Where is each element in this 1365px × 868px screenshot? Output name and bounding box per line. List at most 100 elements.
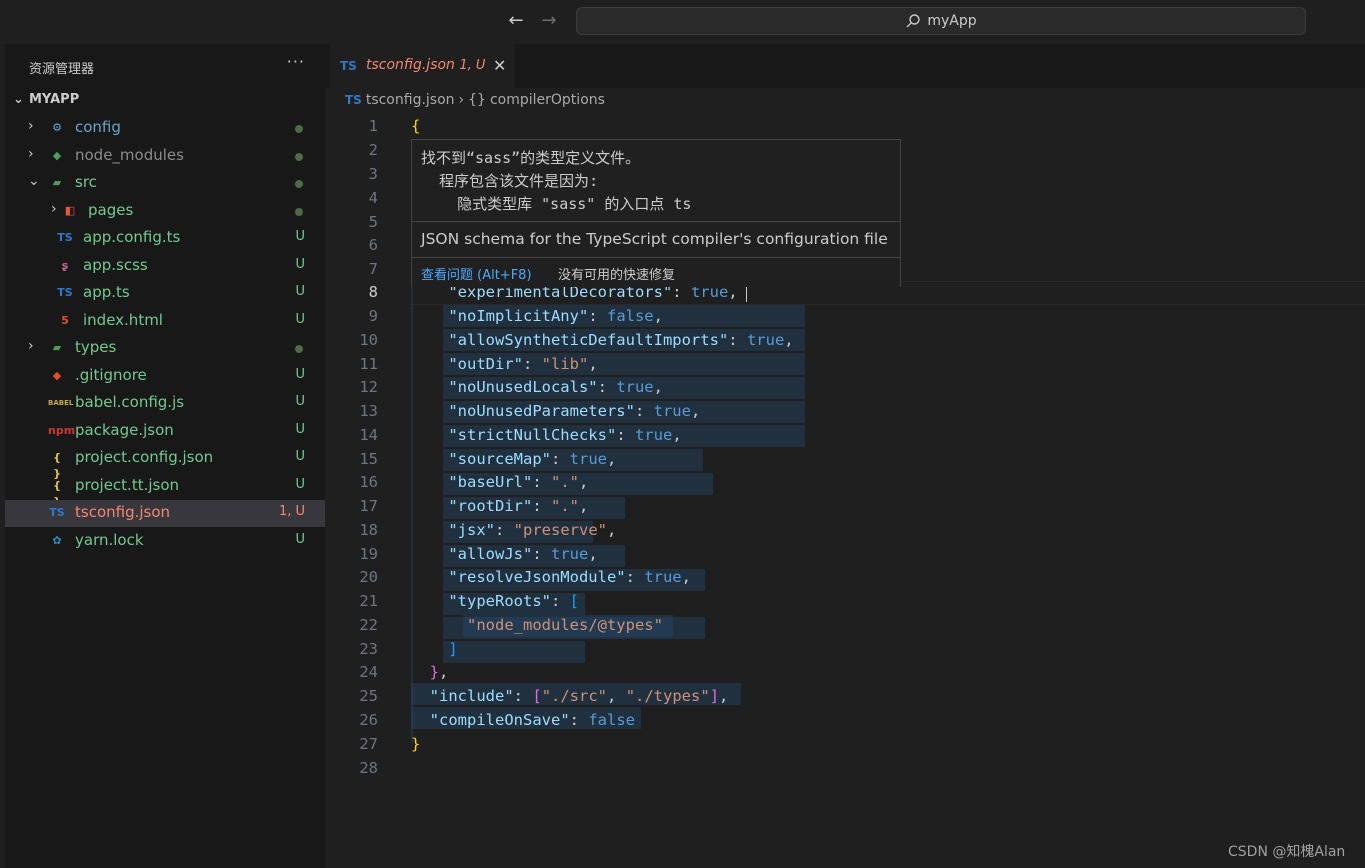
line-number: 9 <box>368 307 378 325</box>
npm-icon: npm <box>48 424 76 437</box>
line-number: 26 <box>359 711 378 729</box>
code-line-23: ] <box>448 640 458 658</box>
hover-actions: 查看问题 (Alt+F8) 没有可用的快速修复 <box>412 257 900 287</box>
git-status-badge: U <box>295 532 305 547</box>
more-actions-icon[interactable]: ··· <box>287 52 305 71</box>
folder-pages-icon: ◧ <box>64 204 76 217</box>
tab-tsconfig[interactable]: TS tsconfig.json 1, U ✕ <box>330 44 515 89</box>
file-tree-label: types <box>75 338 117 356</box>
file-tree-item[interactable]: TS app.ts U <box>5 280 325 307</box>
tab-label: tsconfig.json 1, U <box>366 57 486 73</box>
git-modified-dot <box>295 345 303 353</box>
git-modified-dot <box>295 208 303 216</box>
code-line-22: "node_modules/@types" <box>467 616 663 634</box>
code-line-20: "resolveJsonModule": true, <box>448 568 691 586</box>
code-line-18: "jsx": "preserve", <box>448 521 617 539</box>
typescript-config-icon: TS <box>345 93 362 107</box>
search-text: myApp <box>927 13 977 29</box>
line-number: 19 <box>359 545 378 563</box>
line-number: 8 <box>368 283 378 301</box>
file-tree-item[interactable]: { } project.config.json U <box>5 445 325 480</box>
yarn-icon: ✿ <box>52 534 62 547</box>
code-line-16: "baseUrl": ".", <box>448 473 589 491</box>
file-tree-item[interactable]: › ⚙ config <box>5 115 325 142</box>
typescript-file-icon: TS <box>57 231 73 244</box>
close-icon[interactable]: ✕ <box>493 56 506 75</box>
code-line-17: "rootDir": ".", <box>448 497 589 515</box>
view-problem-link[interactable]: 查看问题 (Alt+F8) <box>421 264 532 283</box>
file-tree-label: package.json <box>75 421 174 439</box>
chevron-down-icon: ⌄ <box>13 92 24 107</box>
forward-arrow-icon[interactable]: → <box>538 10 560 32</box>
title-bar: ← → myApp <box>0 0 1365 44</box>
line-number: 4 <box>368 189 378 207</box>
no-quick-fix-text: 没有可用的快速修复 <box>558 268 676 283</box>
typescript-file-icon: TS <box>57 286 73 299</box>
chevron-down-icon: ⌄ <box>28 173 40 189</box>
sass-file-icon: ʂ <box>61 259 69 272</box>
folder-node-icon: ◆ <box>52 149 62 162</box>
file-tree-item[interactable]: › ◧ pages <box>5 198 325 225</box>
file-tree-item[interactable]: npm package.json U <box>5 418 325 445</box>
file-tree-label: config <box>75 118 121 136</box>
project-root[interactable]: ⌄ MYAPP <box>13 92 79 107</box>
git-modified-dot <box>295 153 303 161</box>
code-line-14: "strictNullChecks": true, <box>448 426 682 444</box>
file-tree-label: src <box>75 173 97 191</box>
file-tree-label: node_modules <box>75 146 184 164</box>
json-braces-icon: { } <box>53 479 61 508</box>
file-tree-item[interactable]: TS tsconfig.json 1, U <box>5 500 325 527</box>
line-number: 3 <box>368 165 378 183</box>
hover-divider <box>412 221 900 222</box>
search-icon <box>906 14 921 28</box>
explorer-title: 资源管理器 <box>29 62 95 77</box>
project-name: MYAPP <box>29 92 80 107</box>
braces-icon: {} <box>468 92 486 108</box>
chevron-right-icon: › <box>28 118 34 134</box>
back-arrow-icon[interactable]: ← <box>505 10 527 32</box>
file-tree-item[interactable]: ◆ .gitignore U <box>5 363 325 390</box>
line-number: 1 <box>368 117 378 135</box>
file-tree-item[interactable]: ⌄ ▰ src <box>5 170 325 197</box>
git-status-badge: U <box>295 477 305 492</box>
html5-file-icon: 5 <box>61 314 69 327</box>
code-line-19: "allowJs": true, <box>448 545 598 563</box>
json-braces-icon: { } <box>53 451 61 480</box>
file-tree-label: .gitignore <box>75 366 147 384</box>
code-line-27: } <box>411 735 421 753</box>
line-number: 28 <box>359 759 378 777</box>
code-line-25: "include": ["./src", "./types"], <box>429 687 729 705</box>
typescript-config-icon: TS <box>340 59 357 73</box>
git-status-badge: U <box>295 229 305 244</box>
file-tree-item[interactable]: { } project.tt.json U <box>5 473 325 508</box>
line-number: 14 <box>359 426 378 444</box>
line-number: 12 <box>359 378 378 396</box>
line-number: 5 <box>368 213 378 231</box>
git-status-badge: U <box>295 449 305 464</box>
file-tree-item[interactable]: TS app.config.ts U <box>5 225 325 252</box>
git-status-badge: U <box>295 422 305 437</box>
breadcrumb: TS tsconfig.json ›{} compilerOptions <box>345 92 609 108</box>
file-tree-item[interactable]: ✿ yarn.lock U <box>5 528 325 555</box>
line-number: 20 <box>359 568 378 586</box>
file-tree-label: app.config.ts <box>83 228 181 246</box>
breadcrumb-file[interactable]: tsconfig.json <box>366 92 455 108</box>
line-number: 22 <box>359 616 378 634</box>
git-status-badge: U <box>295 257 305 272</box>
file-tree-item[interactable]: › ▰ types <box>5 335 325 362</box>
code-line-21: "typeRoots": [ <box>448 592 579 610</box>
command-center-search[interactable]: myApp <box>576 7 1306 35</box>
folder-config-icon: ⚙ <box>52 121 62 134</box>
code-line-9: "noImplicitAny": false, <box>448 307 663 325</box>
file-tree-item[interactable]: 5 index.html U <box>5 308 325 335</box>
file-tree-label: project.tt.json <box>75 476 180 494</box>
file-tree-item[interactable]: › ◆ node_modules <box>5 143 325 170</box>
line-number: 6 <box>368 236 378 254</box>
line-number: 23 <box>359 640 378 658</box>
breadcrumb-symbol[interactable]: compilerOptions <box>490 92 605 108</box>
code-line-13: "noUnusedParameters": true, <box>448 402 701 420</box>
file-tree-item[interactable]: ʂ app.scss U <box>5 253 325 280</box>
code-line-1: { <box>411 117 421 135</box>
hover-error-message: 找不到“sass”的类型定义文件。 程序包含该文件是因为: 隐式类型库 "sas… <box>421 149 692 213</box>
file-tree-item[interactable]: BABEL babel.config.js U <box>5 390 325 417</box>
